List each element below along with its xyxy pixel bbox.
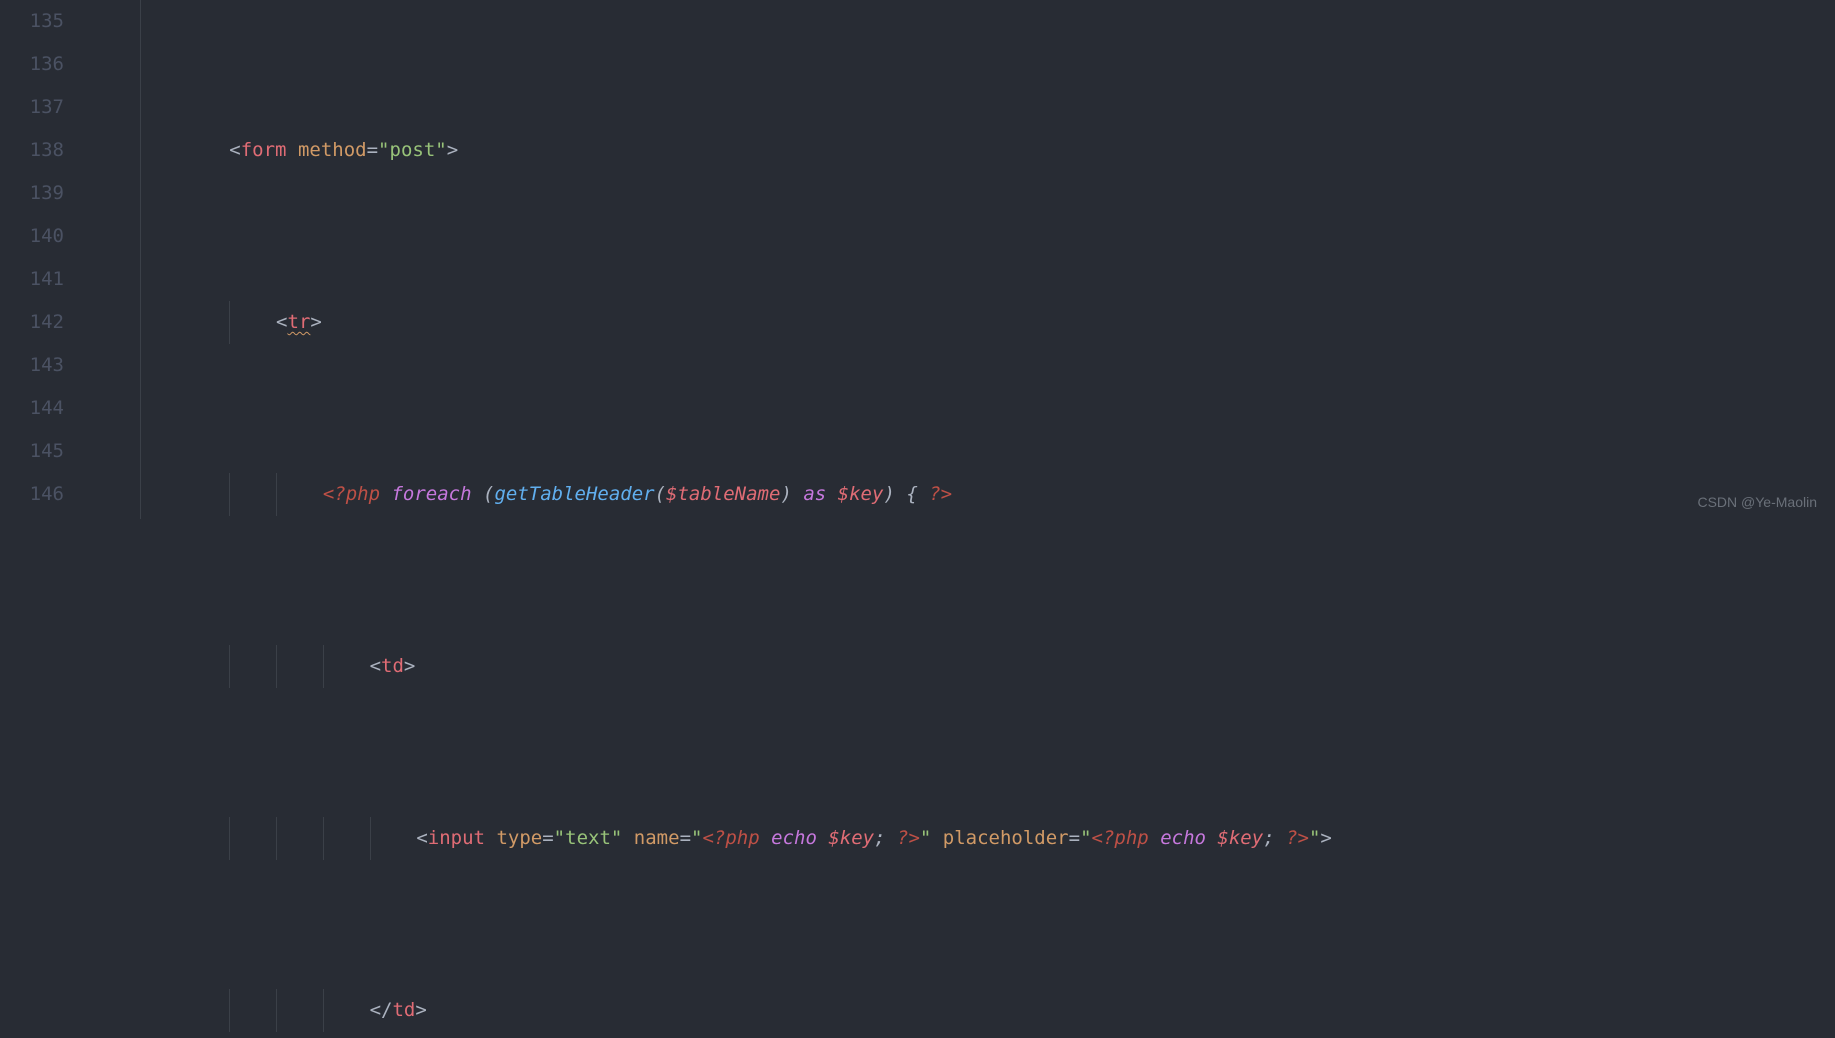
- watermark: CSDN @Ye-Maolin: [1697, 495, 1817, 509]
- line-number: 146: [0, 473, 64, 516]
- code-editor[interactable]: 135 136 137 138 139 140 141 142 143 144 …: [0, 0, 1835, 519]
- line-number: 141: [0, 258, 64, 301]
- line-number-gutter: 135 136 137 138 139 140 141 142 143 144 …: [0, 0, 92, 519]
- code-line[interactable]: <td>: [92, 645, 1332, 688]
- line-number: 138: [0, 129, 64, 172]
- line-number: 143: [0, 344, 64, 387]
- line-number: 137: [0, 86, 64, 129]
- line-number: 145: [0, 430, 64, 473]
- code-line[interactable]: </td>: [92, 989, 1332, 1032]
- code-area[interactable]: <form method="post"> <tr> <?php foreach …: [92, 0, 1332, 519]
- line-number: 140: [0, 215, 64, 258]
- line-number: 142: [0, 301, 64, 344]
- line-number: 135: [0, 0, 64, 43]
- code-line[interactable]: <form method="post">: [92, 129, 1332, 172]
- line-number: 136: [0, 43, 64, 86]
- code-line[interactable]: <tr>: [92, 301, 1332, 344]
- code-line[interactable]: <input type="text" name="<?php echo $key…: [92, 817, 1332, 860]
- line-number: 144: [0, 387, 64, 430]
- code-line[interactable]: <?php foreach (getTableHeader($tableName…: [92, 473, 1332, 516]
- line-number: 139: [0, 172, 64, 215]
